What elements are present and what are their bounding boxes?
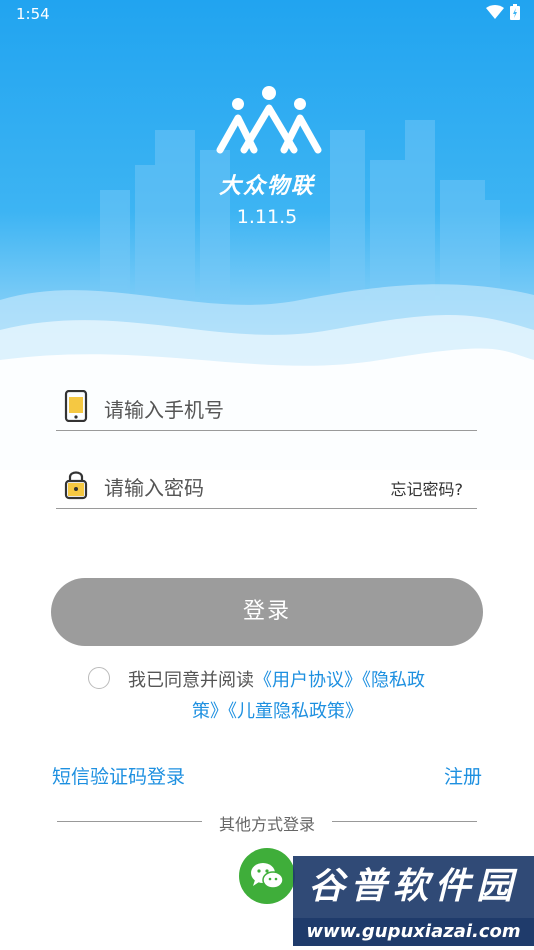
- status-time: 1:54: [16, 5, 50, 23]
- password-input[interactable]: 请输入密码: [104, 472, 204, 501]
- watermark-url: www.gupuxiazai.com: [293, 918, 534, 946]
- wechat-icon: [251, 863, 284, 889]
- phone-field[interactable]: 请输入手机号: [56, 382, 477, 431]
- child-privacy-link[interactable]: 《儿童隐私政策》: [228, 701, 363, 722]
- forgot-password-link[interactable]: 忘记密码?: [391, 476, 464, 500]
- agreement-line-2: 策》《儿童隐私政策》: [192, 697, 363, 723]
- agree-radio[interactable]: [88, 667, 110, 689]
- app-version: 1.11.5: [236, 206, 298, 228]
- other-login-label: 其他方式登录: [218, 815, 315, 834]
- register-link[interactable]: 注册: [444, 762, 482, 789]
- user-agreement-link[interactable]: 《用户协议》: [254, 670, 362, 691]
- brand-name: 大众物联: [218, 174, 315, 199]
- login-button[interactable]: 登录: [51, 578, 483, 646]
- wechat-login-button[interactable]: [239, 848, 295, 904]
- people-logo-icon: [216, 86, 322, 154]
- site-watermark: 谷普软件园 www.gupuxiazai.com: [293, 856, 534, 946]
- wifi-icon: [486, 5, 504, 19]
- sms-login-link[interactable]: 短信验证码登录: [52, 762, 185, 789]
- status-bar: 1:54: [0, 0, 534, 28]
- agreement-prefix: 我已同意并阅读: [128, 670, 254, 691]
- lock-icon: [64, 471, 88, 500]
- privacy-policy-link[interactable]: 《隐私政: [362, 670, 425, 691]
- phone-input[interactable]: 请输入手机号: [104, 394, 224, 423]
- other-login-divider: 其他方式登录: [57, 810, 477, 834]
- agreement-line-1: 我已同意并阅读《用户协议》《隐私政: [128, 666, 425, 692]
- watermark-title: 谷普软件园: [293, 856, 534, 918]
- divider-line-right: [332, 821, 477, 822]
- battery-icon: [510, 4, 520, 20]
- phone-icon: [64, 390, 88, 422]
- password-field[interactable]: 请输入密码 忘记密码?: [56, 460, 477, 509]
- privacy-policy-link-cont[interactable]: 策》: [192, 701, 228, 722]
